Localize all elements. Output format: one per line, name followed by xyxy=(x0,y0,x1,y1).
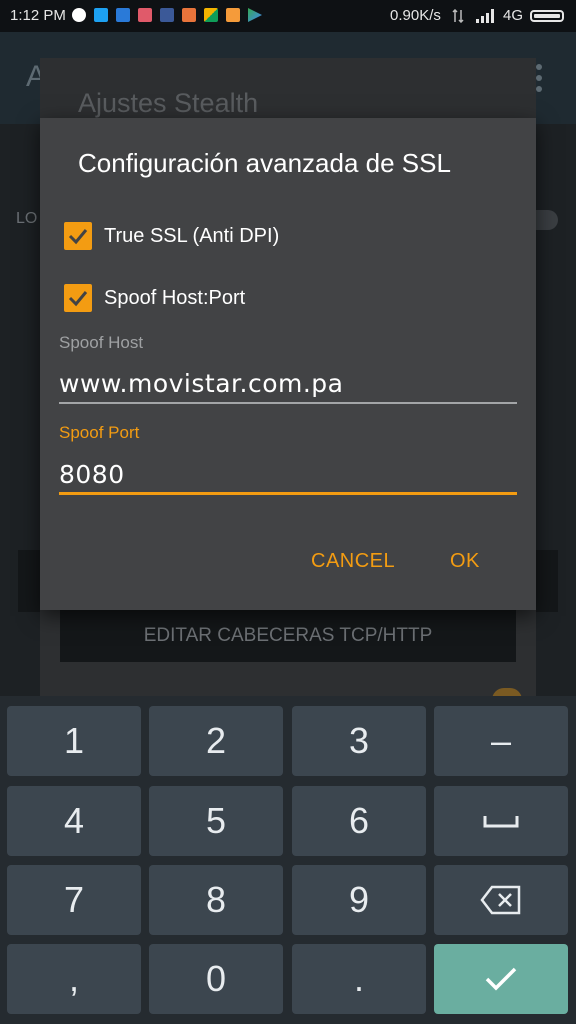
backspace-icon xyxy=(480,885,521,915)
key-comma[interactable]: , xyxy=(7,944,141,1014)
spoof-host-port-label: Spoof Host:Port xyxy=(104,286,246,309)
spoof-host-input[interactable]: www.movistar.com.pa xyxy=(59,364,517,404)
backspace-key[interactable] xyxy=(434,865,568,935)
true-ssl-checkbox-row[interactable]: True SSL (Anti DPI) xyxy=(64,222,279,250)
numeric-keyboard: 1 2 3 – 4 5 6 7 8 9 , 0 . xyxy=(0,696,576,1024)
key-9[interactable]: 9 xyxy=(292,865,426,935)
key-minus[interactable]: – xyxy=(434,706,568,776)
spoof-port-label: Spoof Port xyxy=(59,423,140,442)
space-icon xyxy=(483,816,519,828)
background-row-label: LO xyxy=(16,210,38,227)
key-6[interactable]: 6 xyxy=(292,786,426,856)
play-store-icon xyxy=(248,8,262,22)
status-time: 1:12 PM xyxy=(10,7,66,24)
app-icon xyxy=(116,8,130,22)
battery-icon xyxy=(530,10,564,22)
instagram-icon xyxy=(138,8,152,22)
spoof-host-label: Spoof Host xyxy=(59,333,144,352)
checkbox-checked-icon[interactable] xyxy=(64,222,92,250)
ok-button[interactable]: OK xyxy=(450,550,480,573)
app-icon xyxy=(182,8,196,22)
google-icon xyxy=(72,8,86,22)
dialog-title: Configuración avanzada de SSL xyxy=(78,148,451,178)
pinwheel-icon xyxy=(204,8,218,22)
checkbox-checked-icon[interactable] xyxy=(64,284,92,312)
key-2[interactable]: 2 xyxy=(149,706,283,776)
key-7[interactable]: 7 xyxy=(7,865,141,935)
checkmark-icon xyxy=(485,967,517,991)
key-1[interactable]: 1 xyxy=(7,706,141,776)
status-bar: 1:12 PM 0.90K/s 4G xyxy=(0,0,576,32)
spoof-host-port-checkbox-row[interactable]: Spoof Host:Port xyxy=(64,284,245,312)
cancel-button[interactable]: CANCEL xyxy=(311,550,395,573)
key-4[interactable]: 4 xyxy=(7,786,141,856)
data-transfer-icon xyxy=(452,9,464,23)
background-dialog-title: Ajustes Stealth xyxy=(78,88,259,118)
key-5[interactable]: 5 xyxy=(149,786,283,856)
confirm-key[interactable] xyxy=(434,944,568,1014)
key-period[interactable]: . xyxy=(292,944,426,1014)
key-3[interactable]: 3 xyxy=(292,706,426,776)
notification-icons xyxy=(72,8,262,22)
edit-headers-button: EDITAR CABECERAS TCP/HTTP xyxy=(60,610,516,662)
spoof-port-input[interactable]: 8080 xyxy=(59,455,517,495)
net-speed: 0.90K/s xyxy=(390,7,441,24)
true-ssl-label: True SSL (Anti DPI) xyxy=(104,224,280,247)
signal-icon xyxy=(476,9,494,23)
facebook-icon xyxy=(160,8,174,22)
ssl-settings-dialog: Configuración avanzada de SSL True SSL (… xyxy=(40,118,536,610)
mail-icon xyxy=(226,8,240,22)
more-options-icon[interactable] xyxy=(536,64,544,97)
twitter-icon xyxy=(94,8,108,22)
network-type: 4G xyxy=(503,7,524,24)
key-8[interactable]: 8 xyxy=(149,865,283,935)
space-key[interactable] xyxy=(434,786,568,856)
key-0[interactable]: 0 xyxy=(149,944,283,1014)
